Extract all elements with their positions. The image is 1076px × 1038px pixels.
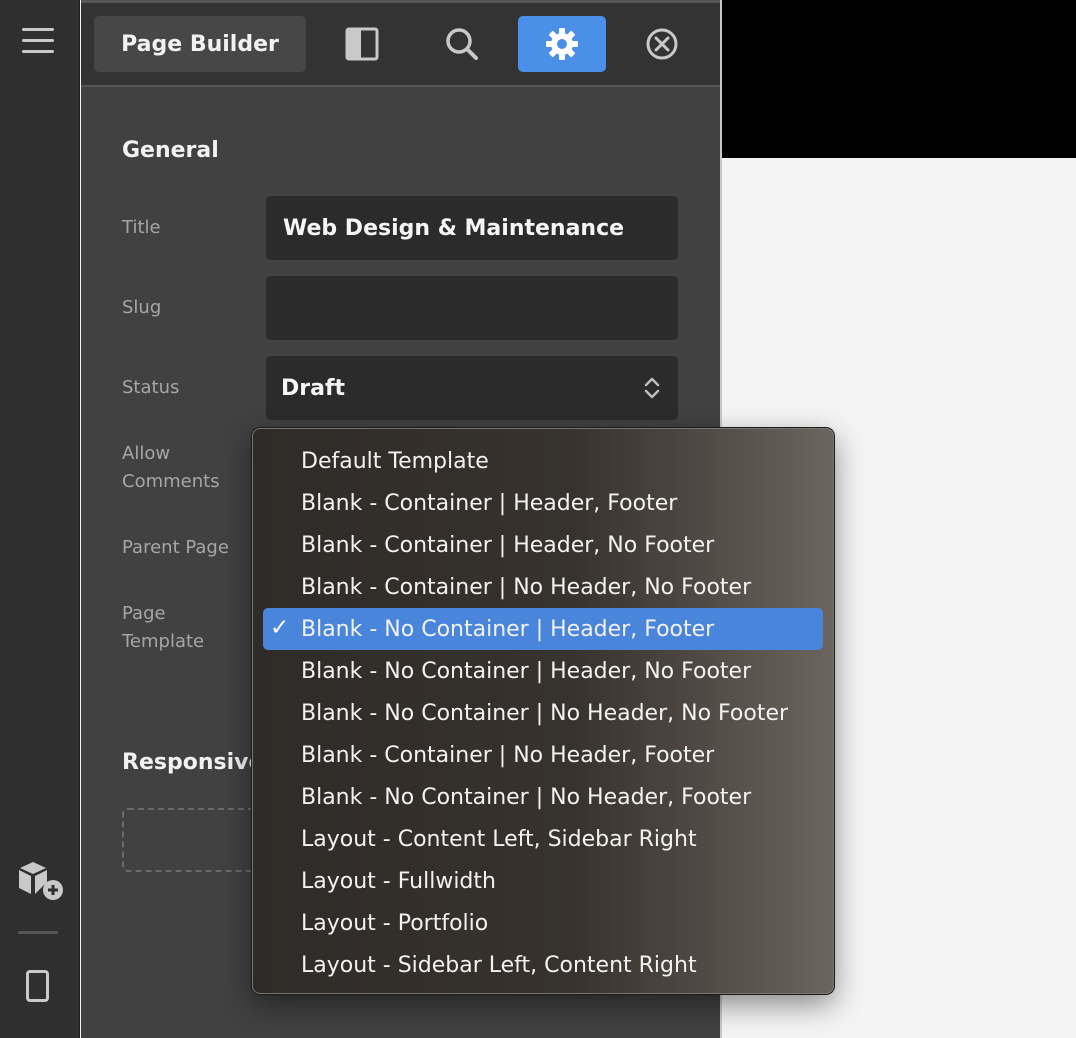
page-builder-tab[interactable]: Page Builder — [94, 16, 306, 72]
allow-comments-label-line2: Comments — [122, 471, 220, 492]
template-option[interactable]: Blank - No Container | No Header, Footer — [263, 776, 823, 818]
title-label: Title — [122, 217, 161, 238]
template-option[interactable]: Default Template — [263, 440, 823, 482]
add-element-icon[interactable] — [16, 860, 66, 908]
status-value: Draft — [281, 375, 346, 401]
slug-input[interactable] — [266, 276, 678, 340]
option-label: Default Template — [301, 448, 489, 474]
general-heading: General — [122, 138, 219, 163]
option-label: Blank - Container | No Header, No Footer — [301, 574, 752, 600]
option-label: Blank - No Container | Header, Footer — [301, 616, 715, 642]
template-option[interactable]: Layout - Fullwidth — [263, 860, 823, 902]
template-option[interactable]: Blank - Container | No Header, No Footer — [263, 566, 823, 608]
preview-header — [722, 0, 1076, 158]
option-label: Blank - No Container | No Header, Footer — [301, 784, 752, 810]
chevron-updown-icon — [644, 376, 660, 406]
allow-comments-label-line1: Allow — [122, 443, 171, 464]
rail-divider — [18, 931, 58, 934]
parent-page-label: Parent Page — [122, 537, 229, 558]
mobile-device-icon[interactable] — [26, 970, 49, 1002]
template-option[interactable]: Layout - Content Left, Sidebar Right — [263, 818, 823, 860]
template-option[interactable]: Blank - Container | Header, No Footer — [263, 524, 823, 566]
template-option[interactable]: Blank - Container | Header, Footer — [263, 482, 823, 524]
option-label: Blank - Container | Header, No Footer — [301, 532, 715, 558]
page-template-label-line1: Page — [122, 603, 166, 624]
option-label: Layout - Portfolio — [301, 910, 489, 936]
title-input[interactable]: Web Design & Maintenance — [266, 196, 678, 260]
status-label: Status — [122, 377, 180, 398]
option-label: Blank - Container | Header, Footer — [301, 490, 678, 516]
option-label: Blank - Container | No Header, Footer — [301, 742, 715, 768]
template-option[interactable]: Layout - Portfolio — [263, 902, 823, 944]
title-value: Web Design & Maintenance — [283, 215, 625, 241]
left-rail — [0, 0, 80, 1038]
checkmark-icon: ✓ — [270, 615, 290, 641]
menu-icon[interactable] — [22, 28, 54, 58]
panel-toolbar: Page Builder — [81, 0, 720, 87]
option-label: Layout - Content Left, Sidebar Right — [301, 826, 697, 852]
page-template-label-line2: Template — [122, 631, 205, 652]
template-option[interactable]: Blank - Container | No Header, Footer — [263, 734, 823, 776]
template-option-selected[interactable]: ✓ Blank - No Container | Header, Footer — [263, 608, 823, 650]
close-circle-icon[interactable] — [618, 16, 706, 72]
option-label: Layout - Sidebar Left, Content Right — [301, 952, 697, 978]
option-label: Blank - No Container | Header, No Footer — [301, 658, 752, 684]
responsive-heading: Responsive — [122, 750, 264, 775]
gear-icon[interactable] — [518, 16, 606, 72]
search-icon[interactable] — [418, 16, 506, 72]
template-option[interactable]: Layout - Sidebar Left, Content Right — [263, 944, 823, 986]
option-label: Layout - Fullwidth — [301, 868, 496, 894]
option-label: Blank - No Container | No Header, No Foo… — [301, 700, 789, 726]
page-template-menu: Default Template Blank - Container | Hea… — [252, 428, 834, 994]
template-option[interactable]: Blank - No Container | Header, No Footer — [263, 650, 823, 692]
layout-panel-icon[interactable] — [318, 16, 406, 72]
template-option[interactable]: Blank - No Container | No Header, No Foo… — [263, 692, 823, 734]
status-select[interactable]: Draft — [266, 356, 678, 420]
slug-label: Slug — [122, 297, 162, 318]
